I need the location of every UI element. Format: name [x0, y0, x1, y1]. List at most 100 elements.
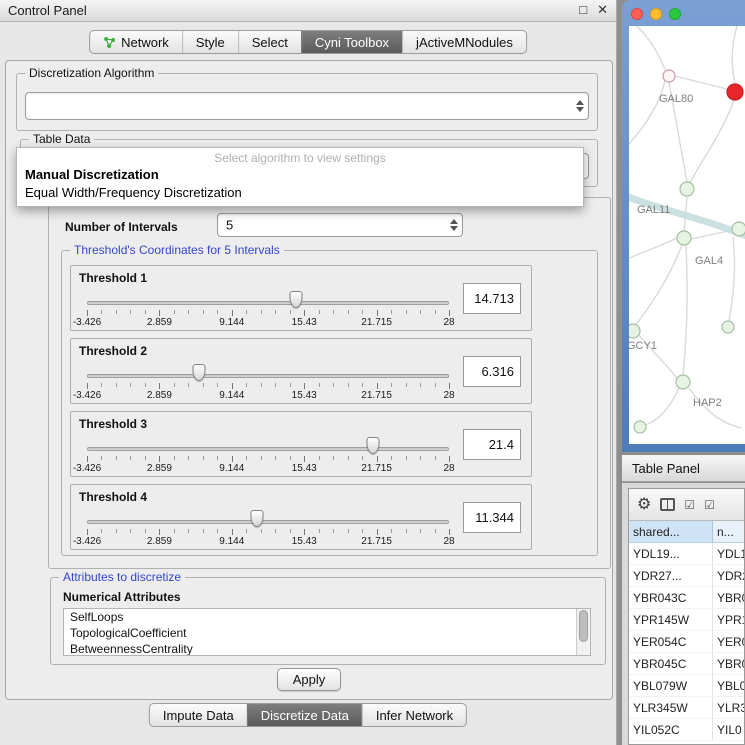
algorithm-dropdown: Select algorithm to view settings Manual…: [16, 147, 584, 207]
threshold-1-slider[interactable]: -3.4262.8599.14415.4321.71528: [87, 286, 449, 330]
control-panel: Control Panel □ ✕ Network Style Select C…: [0, 0, 617, 745]
slider-track[interactable]: [87, 520, 449, 524]
column-header-name[interactable]: n...: [713, 521, 744, 542]
table-row[interactable]: YIL052CYIL0: [629, 719, 744, 741]
table-cell: YDR2: [713, 565, 744, 586]
control-panel-titlebar[interactable]: Control Panel □ ✕: [0, 0, 616, 22]
threshold-3-value-field[interactable]: 21.4: [463, 429, 521, 460]
node: [634, 421, 646, 433]
apply-button[interactable]: Apply: [277, 668, 341, 691]
tab-infer-network[interactable]: Infer Network: [362, 704, 466, 726]
algorithm-options: Manual DiscretizationEqual Width/Frequen…: [17, 166, 583, 202]
top-tab-bar: Network Style Select Cyni Toolbox jActiv…: [89, 30, 527, 54]
slider-thumb[interactable]: [289, 291, 302, 308]
attribute-item[interactable]: SelfLoops: [64, 609, 576, 625]
minimize-window-icon[interactable]: [650, 8, 662, 20]
num-intervals-combobox[interactable]: 5: [217, 213, 463, 237]
table-cell: YER0: [713, 631, 744, 652]
threshold-2-value-field[interactable]: 6.316: [463, 356, 521, 387]
tab-jactivemnodules[interactable]: jActiveMNodules: [402, 31, 526, 53]
group-label: Attributes to discretize: [59, 570, 185, 584]
attribute-item[interactable]: TopologicalCoefficient: [64, 625, 576, 641]
window-title: Control Panel: [8, 3, 87, 18]
tab-select[interactable]: Select: [238, 31, 301, 53]
threshold-2-panel: Threshold 2 -3.4262.8599.14415.4321.7152…: [70, 338, 532, 404]
table-row[interactable]: YBL079WYBL0: [629, 675, 744, 697]
tab-discretize-data[interactable]: Discretize Data: [247, 704, 362, 726]
numerical-attributes-list[interactable]: SelfLoopsTopologicalCoefficientBetweenne…: [63, 608, 591, 656]
tab-label: jActiveMNodules: [416, 35, 513, 50]
algorithm-option[interactable]: Equal Width/Frequency Discretization: [17, 184, 583, 202]
slider-thumb[interactable]: [193, 364, 206, 381]
tab-label: Style: [196, 35, 225, 50]
network-canvas[interactable]: GAL80 GAL11 GAL4 GCY1 HAP2: [629, 26, 745, 444]
threshold-4-value-field[interactable]: 11.344: [463, 502, 521, 533]
thresholds-group: Threshold's Coordinates for 5 Intervals …: [61, 250, 598, 556]
select-none-icon[interactable]: ☑: [704, 498, 715, 512]
threshold-2-slider[interactable]: -3.4262.8599.14415.4321.71528: [87, 359, 449, 403]
tab-style[interactable]: Style: [182, 31, 238, 53]
threshold-label: Threshold 3: [79, 417, 147, 431]
table-cell: YLR3: [713, 697, 744, 718]
table-cell: YDL1: [713, 543, 744, 564]
tab-network[interactable]: Network: [90, 31, 182, 53]
table-row[interactable]: YPR145WYPR1: [629, 609, 744, 631]
algorithm-option[interactable]: Manual Discretization: [17, 166, 583, 184]
attribute-item[interactable]: BetweennessCentrality: [64, 641, 576, 656]
table-toolbar: ⚙ ☑ ☑: [629, 489, 744, 521]
node-table: ⚙ ☑ ☑ shared... n... YDL19...YDL1YDR27..…: [628, 488, 745, 745]
threshold-1-value-field[interactable]: 14.713: [463, 283, 521, 314]
close-window-icon[interactable]: [631, 8, 643, 20]
node: [677, 231, 691, 245]
table-row[interactable]: YBR045CYBR0: [629, 653, 744, 675]
slider-ticks: [87, 529, 449, 536]
table-row[interactable]: YER054CYER0: [629, 631, 744, 653]
close-icon[interactable]: ✕: [597, 2, 608, 18]
algorithm-combobox[interactable]: [25, 92, 589, 120]
table-cell: YDR27...: [629, 565, 713, 586]
node: [722, 321, 734, 333]
table-row[interactable]: YBR043CYBR0: [629, 587, 744, 609]
tab-impute-data[interactable]: Impute Data: [150, 704, 247, 726]
table-row[interactable]: YLR345WYLR3: [629, 697, 744, 719]
threshold-1-panel: Threshold 1 -3.4262.8599.14415.4321.7152…: [70, 265, 532, 331]
tab-label: Impute Data: [163, 708, 234, 723]
float-window-icon[interactable]: □: [579, 2, 587, 18]
node: [663, 70, 675, 82]
discretization-algorithm-group: Discretization Algorithm: [16, 73, 598, 131]
network-graph: GAL80 GAL11 GAL4 GCY1 HAP2: [629, 26, 745, 444]
table-panel-header[interactable]: Table Panel: [622, 454, 745, 482]
threshold-4-slider[interactable]: -3.4262.8599.14415.4321.71528: [87, 505, 449, 549]
threshold-label: Threshold 1: [79, 271, 147, 285]
table-cell: YBL079W: [629, 675, 713, 696]
slider-track[interactable]: [87, 301, 449, 305]
table-row[interactable]: YDR27...YDR2: [629, 565, 744, 587]
slider-track[interactable]: [87, 374, 449, 378]
slider-thumb[interactable]: [251, 510, 264, 527]
node: [629, 324, 640, 338]
network-view-window: GAL80 GAL11 GAL4 GCY1 HAP2: [622, 0, 745, 452]
list-scrollbar[interactable]: [576, 609, 590, 655]
slider-ticks: [87, 456, 449, 463]
scrollbar-thumb[interactable]: [579, 610, 588, 642]
slider-track[interactable]: [87, 447, 449, 451]
select-all-icon[interactable]: ☑: [684, 498, 695, 512]
table-row[interactable]: YDL19...YDL1: [629, 543, 744, 565]
column-header-shared-name[interactable]: shared...: [629, 521, 713, 542]
table-cell: YBR043C: [629, 587, 713, 608]
num-intervals-label: Number of Intervals: [65, 220, 178, 234]
threshold-label: Threshold 2: [79, 344, 147, 358]
table-cell: YPR145W: [629, 609, 713, 630]
group-label: Threshold's Coordinates for 5 Intervals: [70, 243, 284, 257]
table-cell: YER054C: [629, 631, 713, 652]
threshold-3-slider[interactable]: -3.4262.8599.14415.4321.71528: [87, 432, 449, 476]
columns-icon[interactable]: [660, 498, 675, 511]
tab-label: Select: [252, 35, 288, 50]
zoom-window-icon[interactable]: [669, 8, 681, 20]
tab-cyni-toolbox[interactable]: Cyni Toolbox: [301, 31, 402, 53]
table-cell: YBR045C: [629, 653, 713, 674]
bottom-tab-bar: Impute Data Discretize Data Infer Networ…: [149, 703, 467, 727]
tab-label: Discretize Data: [261, 708, 349, 723]
gear-icon[interactable]: ⚙: [637, 497, 651, 513]
slider-thumb[interactable]: [366, 437, 379, 454]
